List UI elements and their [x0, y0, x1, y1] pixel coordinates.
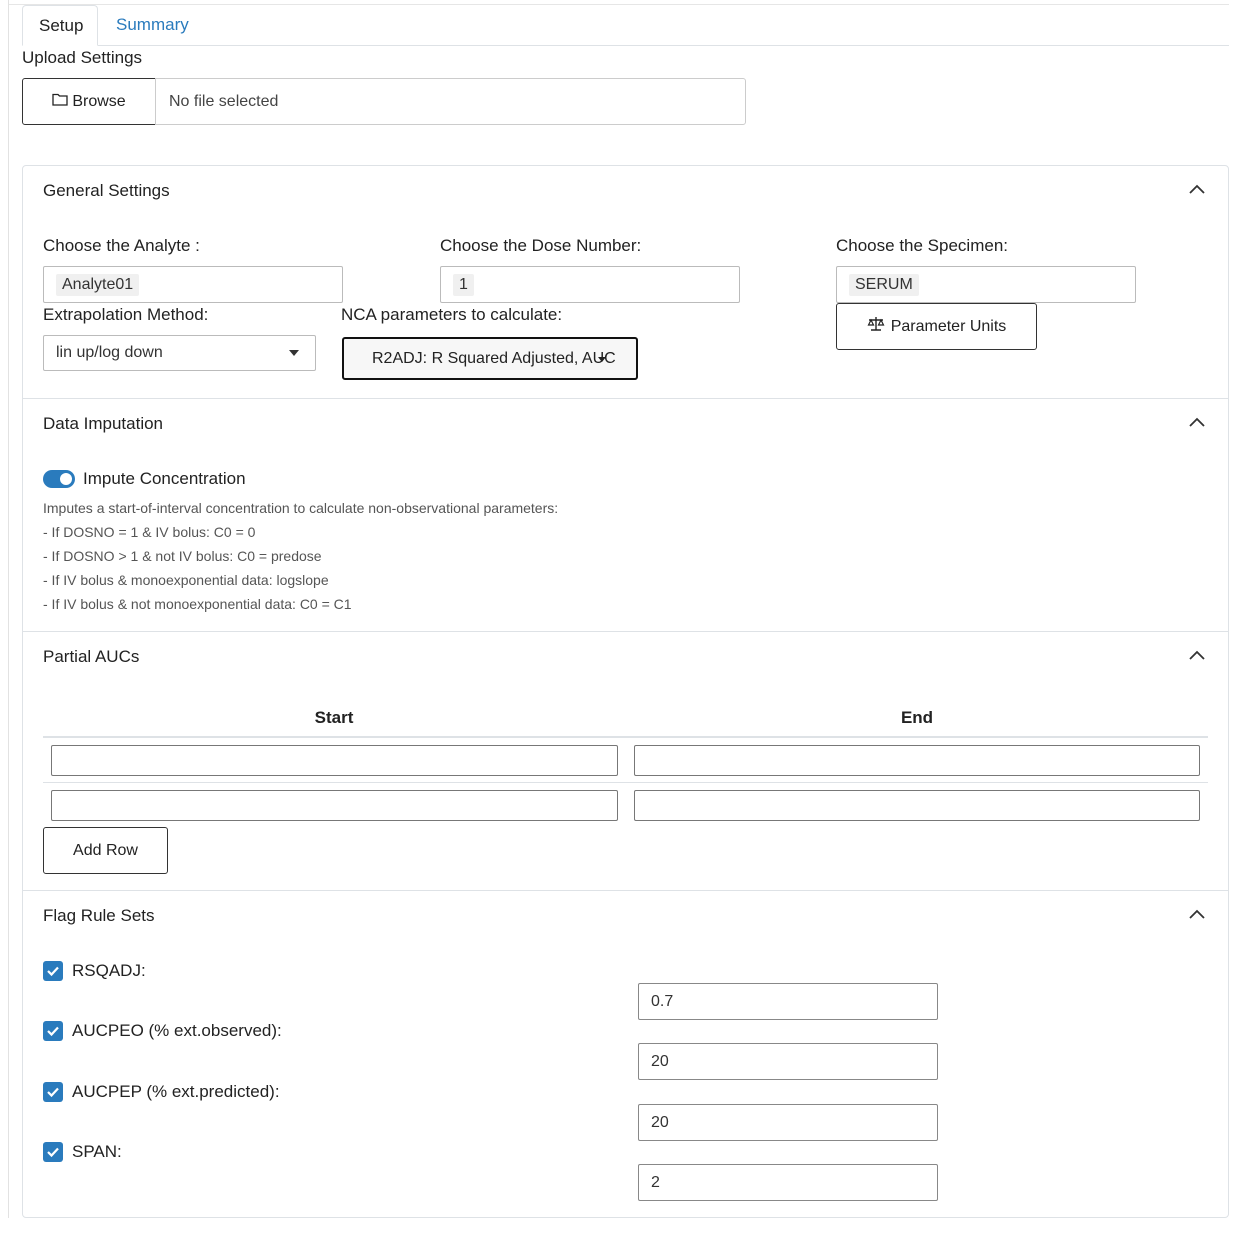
folder-icon: [52, 92, 68, 111]
scale-icon: [867, 316, 885, 337]
data-imputation-title[interactable]: Data Imputation: [43, 412, 163, 436]
section-divider: [22, 631, 1229, 632]
impute-concentration-toggle[interactable]: [43, 470, 75, 488]
extrapolation-label: Extrapolation Method:: [43, 305, 209, 324]
aucpeo-checkbox[interactable]: [43, 1021, 63, 1041]
auc-end-input[interactable]: [634, 790, 1200, 821]
rsqadj-threshold-input[interactable]: 0.7: [638, 983, 938, 1020]
chevron-up-icon[interactable]: [1188, 183, 1206, 201]
impute-concentration-label: Impute Concentration: [83, 469, 246, 488]
parameter-units-button[interactable]: Parameter Units: [836, 303, 1037, 350]
check-icon: [47, 1087, 59, 1098]
specimen-chip: SERUM: [849, 274, 919, 296]
nca-parameters-label: NCA parameters to calculate:: [341, 305, 563, 324]
analyte-chip: Analyte01: [56, 274, 140, 296]
caret-down-icon: [598, 357, 606, 362]
analyte-select[interactable]: Analyte01: [43, 266, 343, 303]
specimen-select[interactable]: SERUM: [836, 266, 1136, 303]
auc-end-input[interactable]: [634, 745, 1200, 776]
nca-parameters-value: R2ADJ: R Squared Adjusted, AUC: [372, 350, 616, 367]
imputation-help-text: - If IV bolus & not monoexponential data…: [43, 596, 352, 612]
file-upload-group: Browse No file selected: [22, 78, 746, 125]
nca-parameters-picker[interactable]: R2ADJ: R Squared Adjusted, AUC: [342, 337, 638, 380]
aucpep-checkbox[interactable]: [43, 1082, 63, 1102]
auc-start-input[interactable]: [51, 745, 618, 776]
column-header-end: End: [900, 708, 934, 727]
table-row-rule: [43, 782, 1208, 783]
dose-number-label: Choose the Dose Number:: [440, 236, 642, 255]
aucpep-label: AUCPEP (% ext.predicted):: [72, 1082, 280, 1101]
aucpeo-label: AUCPEO (% ext.observed):: [72, 1021, 282, 1040]
rsqadj-checkbox[interactable]: [43, 961, 63, 981]
span-threshold-input[interactable]: 2: [638, 1164, 938, 1201]
section-divider: [22, 398, 1229, 399]
chevron-up-icon[interactable]: [1188, 649, 1206, 667]
aucpeo-threshold-input[interactable]: 20: [638, 1043, 938, 1080]
tab-summary[interactable]: Summary: [100, 5, 205, 46]
chevron-up-icon[interactable]: [1188, 908, 1206, 926]
tab-bar: Setup Summary: [22, 5, 1229, 46]
chevron-up-icon[interactable]: [1188, 416, 1206, 434]
dose-number-select[interactable]: 1: [440, 266, 740, 303]
column-header-start: Start: [314, 708, 354, 727]
table-header-rule: [43, 736, 1208, 738]
flag-rule-sets-title[interactable]: Flag Rule Sets: [43, 904, 155, 928]
analyte-label: Choose the Analyte :: [43, 236, 200, 255]
imputation-help-text: - If DOSNO = 1 & IV bolus: C0 = 0: [43, 524, 256, 540]
general-settings-title[interactable]: General Settings: [43, 179, 170, 203]
dose-number-chip: 1: [453, 274, 474, 296]
specimen-label: Choose the Specimen:: [836, 236, 1008, 255]
aucpep-threshold-input[interactable]: 20: [638, 1104, 938, 1141]
extrapolation-value: lin up/log down: [56, 344, 163, 361]
span-label: SPAN:: [72, 1142, 122, 1161]
imputation-help-text: - If DOSNO > 1 & not IV bolus: C0 = pred…: [43, 548, 322, 564]
browse-button-label: Browse: [72, 92, 126, 110]
imputation-help-text: - If IV bolus & monoexponential data: lo…: [43, 572, 329, 588]
check-icon: [47, 966, 59, 977]
check-icon: [47, 1147, 59, 1158]
file-name-display: No file selected: [155, 78, 746, 125]
browse-button[interactable]: Browse: [22, 78, 156, 125]
partial-aucs-title[interactable]: Partial AUCs: [43, 645, 139, 669]
upload-settings-label: Upload Settings: [22, 48, 143, 67]
auc-start-input[interactable]: [51, 790, 618, 821]
span-checkbox[interactable]: [43, 1142, 63, 1162]
rsqadj-label: RSQADJ:: [72, 961, 146, 980]
left-sidebar-edge: [0, 0, 9, 1218]
section-divider: [22, 890, 1229, 891]
add-row-button[interactable]: Add Row: [43, 827, 168, 874]
check-icon: [47, 1026, 59, 1037]
tab-setup[interactable]: Setup: [22, 5, 98, 46]
caret-down-icon: [289, 350, 299, 356]
extrapolation-method-select[interactable]: lin up/log down: [43, 335, 316, 371]
parameter-units-label: Parameter Units: [890, 317, 1007, 335]
imputation-help-text: Imputes a start-of-interval concentratio…: [43, 500, 559, 516]
